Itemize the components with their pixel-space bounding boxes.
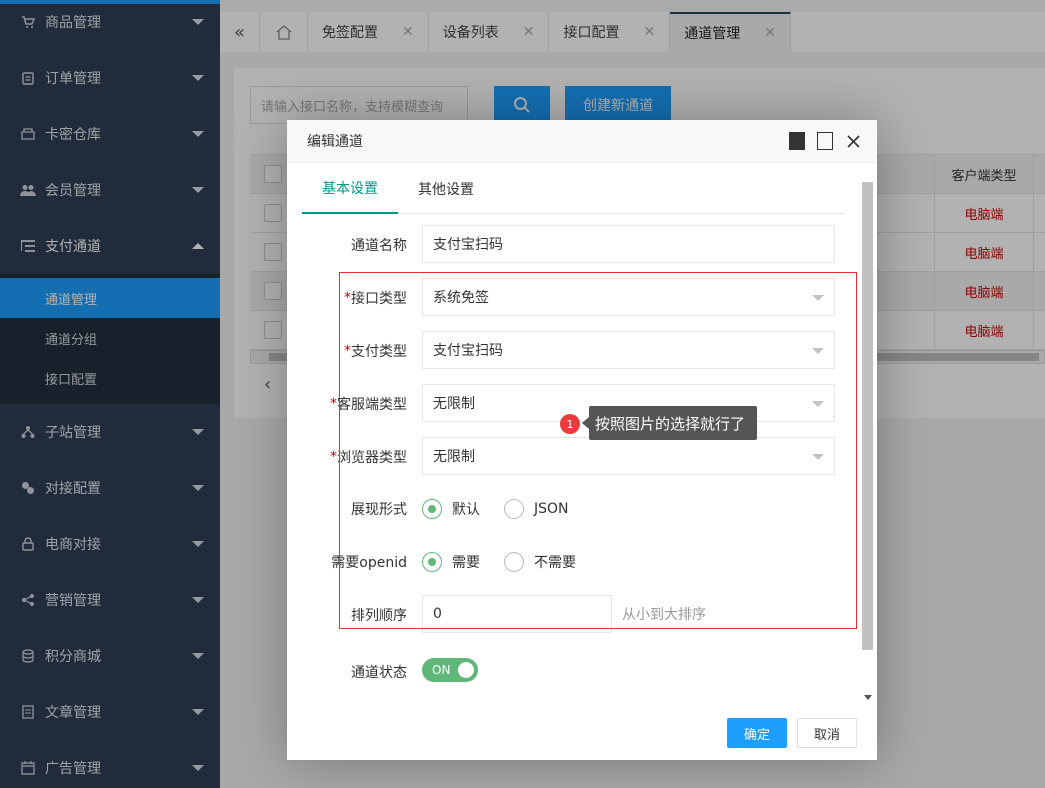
pay-type-select[interactable]: 支付宝扫码 — [422, 331, 835, 369]
dialog-title: 编辑通道 — [307, 134, 363, 150]
window-controls — [789, 132, 861, 150]
dropdown-arrow-icon — [812, 348, 824, 354]
tab-other-settings[interactable]: 其他设置 — [398, 164, 494, 214]
radio-checked-icon — [422, 499, 442, 519]
form-row-display-mode: 展现形式 默认 JSON — [287, 489, 859, 529]
channel-status-toggle[interactable]: ON — [422, 658, 478, 682]
radio-label: JSON — [534, 501, 569, 517]
radio-unchecked-icon — [504, 499, 524, 519]
step-badge: 1 — [560, 414, 580, 434]
radio-unchecked-icon — [504, 552, 524, 572]
pay-type-label: * 支付类型 — [344, 343, 407, 360]
radio-label: 需要 — [452, 555, 480, 571]
maximize-icon — [817, 132, 833, 150]
form-row-sort-order: 排列顺序 0 从小到大排序 — [287, 595, 859, 635]
sort-order-label: 排列顺序 — [351, 608, 407, 624]
dialog-body: 基本设置 其他设置 通道名称 支付宝扫码 * 接口类型 系统免签 * 支付类型 支付… — [287, 164, 859, 704]
sort-order-hint: 从小到大排序 — [622, 607, 706, 623]
client-type-label: * 客服端类型 — [330, 396, 407, 413]
interface-type-select[interactable]: 系统免签 — [422, 278, 835, 316]
display-mode-label: 展现形式 — [351, 502, 407, 518]
browser-type-select[interactable]: 无限制 — [422, 437, 835, 475]
channel-name-label: 通道名称 — [351, 238, 407, 254]
sort-order-input[interactable]: 0 — [422, 595, 612, 633]
dropdown-arrow-icon — [812, 401, 824, 407]
radio-checked-icon — [422, 552, 442, 572]
dialog-tabs: 基本设置 其他设置 — [302, 164, 846, 214]
radio-display-default[interactable]: 默认 — [422, 499, 480, 519]
form-row-channel-status: 通道状态 ON — [287, 652, 859, 692]
edit-channel-dialog: 编辑通道 基本设置 其他设置 通道名称 支付宝扫码 * 接口类型 系统免签 * 支付… — [287, 120, 877, 760]
interface-type-label: * 接口类型 — [344, 290, 407, 307]
openid-radio-group: 需要 不需要 — [422, 542, 576, 582]
dialog-header: 编辑通道 — [287, 120, 877, 163]
toggle-label: ON — [432, 663, 451, 677]
form-row-browser-type: * 浏览器类型 无限制 — [287, 437, 859, 477]
close-icon — [846, 134, 860, 148]
browser-type-label: * 浏览器类型 — [330, 449, 407, 466]
toggle-knob — [458, 662, 474, 678]
dropdown-arrow-icon — [812, 454, 824, 460]
form-row-openid: 需要openid 需要 不需要 — [287, 542, 859, 582]
radio-display-json[interactable]: JSON — [504, 499, 569, 519]
channel-name-input[interactable]: 支付宝扫码 — [422, 225, 835, 263]
dialog-vertical-scrollbar[interactable] — [861, 164, 875, 704]
dialog-footer: 确定 取消 — [287, 710, 877, 760]
minimize-button[interactable] — [789, 132, 805, 150]
cancel-button[interactable]: 取消 — [797, 718, 857, 748]
instruction-tooltip: 按照图片的选择就行了 — [581, 406, 758, 440]
confirm-button[interactable]: 确定 — [727, 718, 787, 748]
close-button[interactable] — [845, 132, 861, 150]
radio-openid-yes[interactable]: 需要 — [422, 552, 480, 572]
tab-basic-settings[interactable]: 基本设置 — [302, 164, 398, 214]
form-row-pay-type: * 支付类型 支付宝扫码 — [287, 331, 859, 371]
maximize-button[interactable] — [817, 132, 833, 150]
radio-openid-no[interactable]: 不需要 — [504, 552, 576, 572]
minimize-icon — [789, 132, 805, 150]
form-row-channel-name: 通道名称 支付宝扫码 — [287, 225, 859, 265]
scroll-down-arrow-icon[interactable] — [864, 695, 872, 700]
dropdown-arrow-icon — [812, 295, 824, 301]
openid-label: 需要openid — [331, 555, 407, 571]
scrollbar-thumb[interactable] — [862, 182, 873, 650]
radio-label: 不需要 — [534, 555, 576, 571]
channel-status-label: 通道状态 — [351, 665, 407, 681]
radio-label: 默认 — [452, 502, 480, 518]
form-row-interface-type: * 接口类型 系统免签 — [287, 278, 859, 318]
display-mode-radio-group: 默认 JSON — [422, 489, 569, 529]
